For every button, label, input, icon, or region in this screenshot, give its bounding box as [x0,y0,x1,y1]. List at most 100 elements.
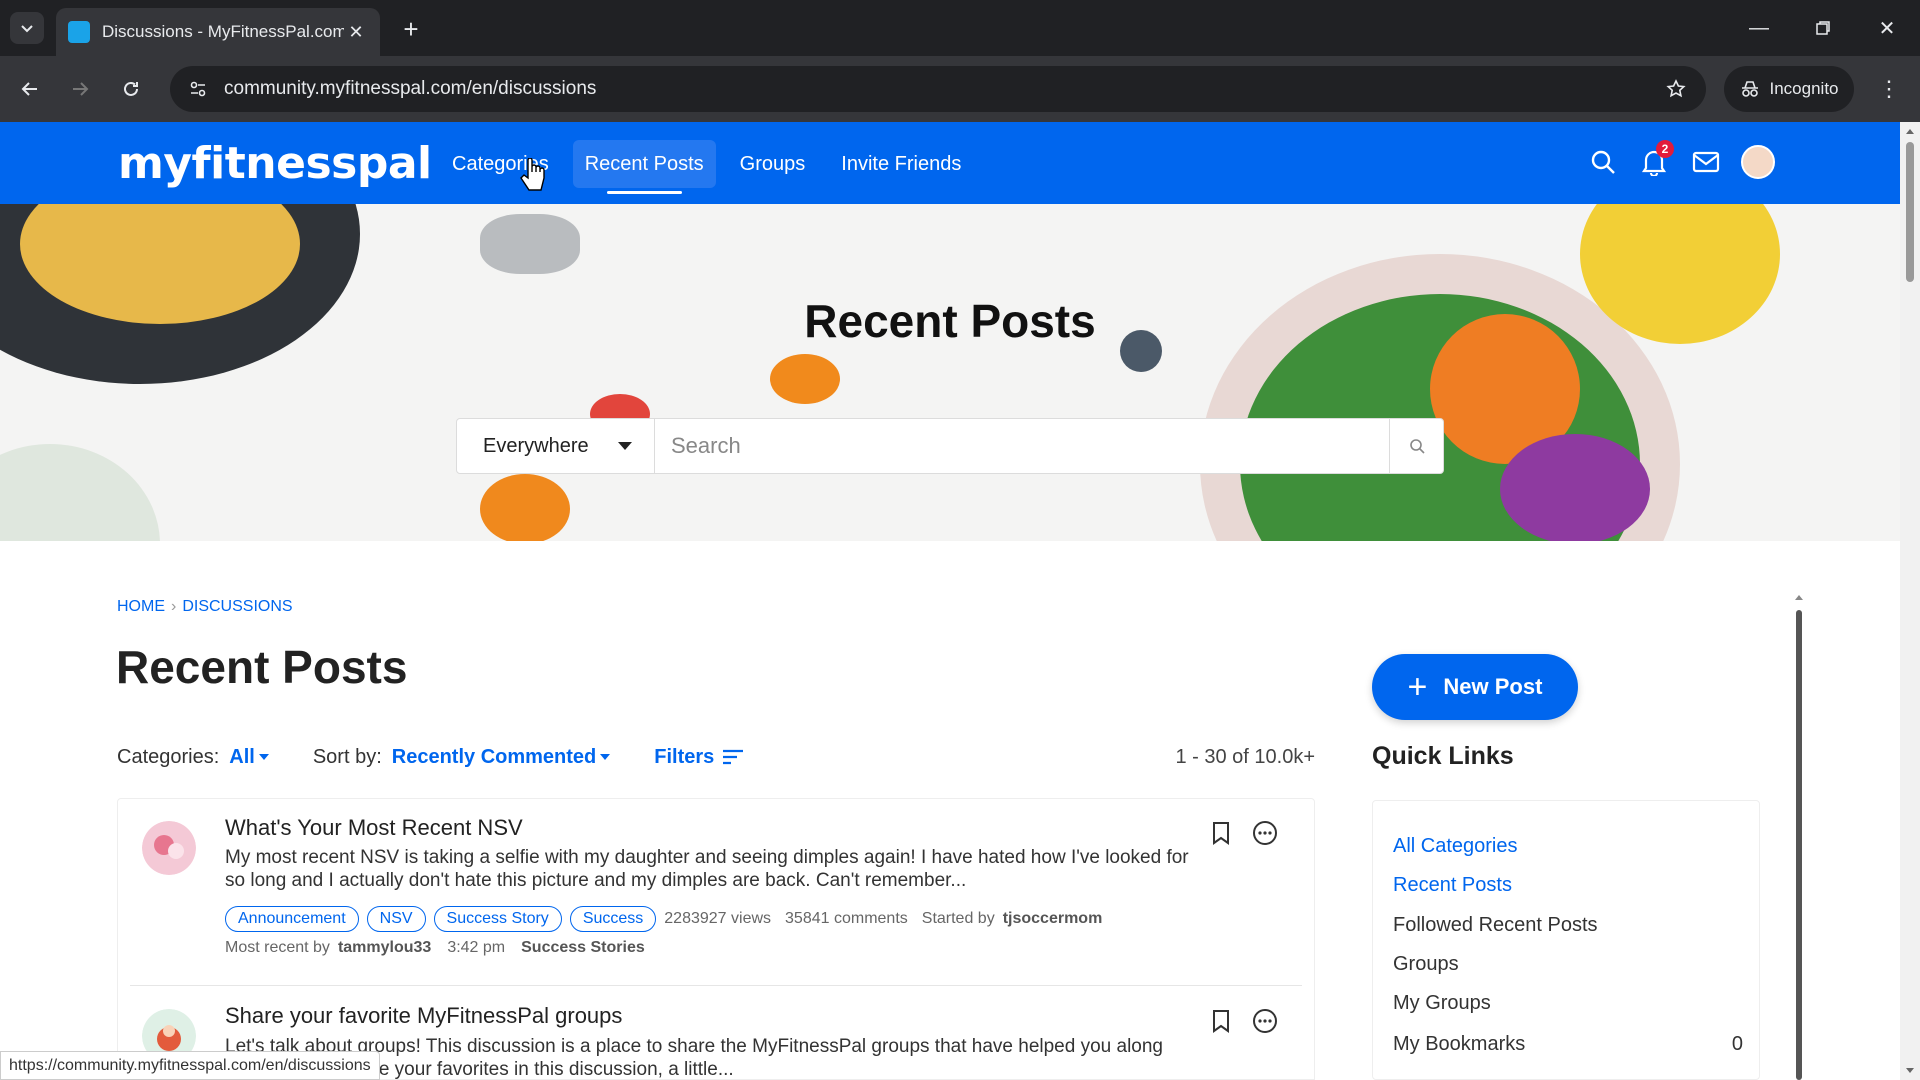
profile-avatar[interactable] [1740,144,1776,180]
avatar[interactable] [142,821,196,875]
bell-icon[interactable]: 2 [1636,140,1674,180]
filters-label: Filters [654,745,715,768]
breadcrumb-home[interactable]: HOME [117,598,165,616]
result-count: 1 - 30 of 10.0k+ [1175,745,1315,768]
started-by-label: Started by [921,910,995,927]
quick-link-my-groups[interactable]: My Groups [1393,992,1743,1015]
plus-icon: + [1407,668,1428,706]
site-logo[interactable]: myfitnesspal [118,138,432,189]
reload-icon[interactable] [113,71,149,107]
search-icon [1409,439,1425,454]
search-icon[interactable] [1585,144,1621,180]
quick-link-recent-posts[interactable]: Recent Posts [1393,874,1743,897]
quick-link-all-categories[interactable]: All Categories [1393,835,1743,858]
herb-bowl-image [0,444,160,541]
sidebar-scrollbar[interactable] [1794,590,1804,1080]
new-post-button[interactable]: + New Post [1372,654,1578,720]
nav-groups[interactable]: Groups [728,140,818,188]
restore-icon[interactable] [1800,10,1846,46]
bookmark-icon[interactable] [1208,1007,1234,1035]
mail-icon[interactable] [1688,144,1724,180]
post-meta: Announcement NSV Success Story Success 2… [225,906,1102,932]
search-scope-value: Everywhere [483,434,589,457]
list-item[interactable]: What's Your Most Recent NSV My most rece… [118,799,1316,989]
quick-link-label: Groups [1393,953,1459,975]
incognito-label: Incognito [1769,79,1839,98]
status-bar-url: https://community.myfitnesspal.com/en/di… [0,1051,380,1080]
quick-link-label: Followed Recent Posts [1393,914,1598,936]
tab-search-button[interactable] [10,12,44,44]
tag-success-story[interactable]: Success Story [433,906,562,932]
forward-icon[interactable] [62,71,98,107]
mfp-favicon-icon [68,21,90,43]
window-close-icon[interactable]: ✕ [1864,10,1910,46]
sort-value: Recently Commented [391,745,597,768]
post-category[interactable]: Success Stories [521,939,645,957]
tag-announcement[interactable]: Announcement [225,906,359,932]
caret-down-icon [600,754,611,760]
browser-tab-strip: Discussions - MyFitnessPal.com ✕ + — ✕ [0,0,1920,56]
post-actions [1208,1007,1278,1035]
search-input[interactable] [655,419,1389,473]
search-scope-dropdown[interactable]: Everywhere [457,419,655,473]
nav-invite-friends[interactable]: Invite Friends [829,140,973,188]
discussion-list: What's Your Most Recent NSV My most rece… [117,798,1315,1080]
page-title: Recent Posts [116,641,408,693]
hero-title: Recent Posts [804,295,1096,347]
red-cabbage-image [1500,434,1650,541]
address-bar[interactable]: community.myfitnesspal.com/en/discussion… [170,66,1706,112]
categories-value: All [229,745,255,768]
bookmark-icon[interactable] [1208,819,1234,847]
breadcrumb-separator-icon: › [171,598,177,615]
started-by-user[interactable]: tjsoccermom [1003,910,1103,928]
site-header: myfitnesspal Categories Recent Posts Gro… [0,122,1900,204]
notification-badge: 2 [1656,140,1674,158]
more-icon[interactable] [1252,819,1278,847]
chevron-down-icon [21,25,33,33]
filter-icon [723,749,744,765]
close-icon[interactable]: ✕ [344,20,368,44]
categories-dropdown[interactable]: All [229,746,269,769]
page-scrollbar[interactable] [1900,122,1920,1080]
back-icon[interactable] [12,71,48,107]
most-recent-user[interactable]: tammylou33 [338,939,431,957]
quick-link-groups[interactable]: Groups [1393,953,1743,976]
tomato-image [480,474,570,541]
browser-menu-icon[interactable]: ⋮ [1874,73,1904,105]
view-count: 2283927 views [664,910,772,927]
incognito-indicator[interactable]: Incognito [1724,66,1854,112]
post-time: 3:42 pm [447,939,506,956]
nav-recent-posts[interactable]: Recent Posts [572,140,716,194]
tab-title: Discussions - MyFitnessPal.com [102,22,344,41]
new-post-label: New Post [1443,674,1543,699]
quick-link-label: All Categories [1393,835,1518,857]
caret-down-icon [258,754,269,760]
categories-label: Categories: [117,745,220,768]
sort-dropdown[interactable]: Recently Commented [392,746,611,769]
tag-nsv[interactable]: NSV [366,906,426,932]
tag-success[interactable]: Success [569,906,657,932]
browser-tab[interactable]: Discussions - MyFitnessPal.com ✕ [56,8,380,56]
site-info-icon[interactable] [186,77,210,101]
most-recent-label: Most recent by [225,939,330,956]
post-title[interactable]: What's Your Most Recent NSV [225,815,523,841]
more-icon[interactable] [1252,1007,1278,1035]
post-actions [1208,819,1278,847]
quick-link-my-bookmarks[interactable]: My Bookmarks 0 [1393,1033,1743,1056]
sort-label: Sort by: [312,745,382,768]
quick-link-followed-recent-posts[interactable]: Followed Recent Posts [1393,914,1743,937]
new-tab-button[interactable]: + [396,14,426,44]
mouse-cursor-icon [520,157,546,197]
tomato-image [770,354,840,404]
divider [130,985,1302,986]
search-submit-button[interactable] [1389,419,1443,473]
post-title[interactable]: Share your favorite MyFitnessPal groups [225,1003,622,1029]
quick-link-count: 0 [1731,1033,1743,1055]
post-excerpt: My most recent NSV is taking a selfie wi… [225,847,1189,891]
breadcrumb-discussions[interactable]: DISCUSSIONS [182,598,292,616]
caret-down-icon [618,442,632,450]
star-icon[interactable] [1662,79,1690,99]
minimize-icon[interactable]: — [1736,10,1782,46]
filters-button[interactable]: Filters [654,746,744,769]
incognito-icon [1741,81,1758,97]
